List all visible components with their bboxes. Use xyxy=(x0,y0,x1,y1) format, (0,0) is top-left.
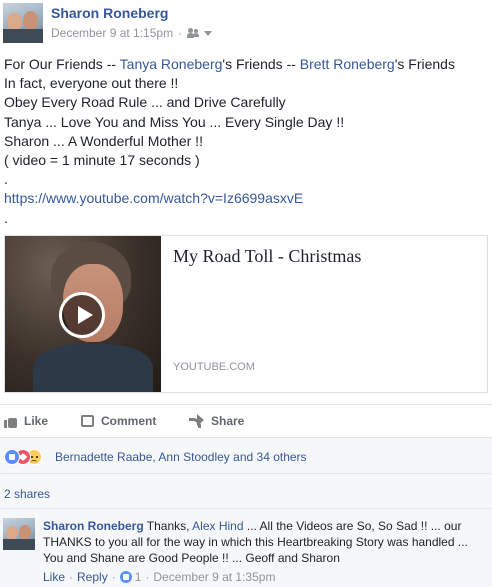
play-icon[interactable] xyxy=(59,292,105,338)
meta-separator: · xyxy=(178,26,183,40)
post-timestamp[interactable]: December 9 at 1:15pm xyxy=(51,26,173,40)
post-body: For Our Friends -- Tanya Roneberg's Frie… xyxy=(4,55,488,228)
post-header: Sharon Roneberg December 9 at 1:15pm · xyxy=(0,0,492,46)
comment-like-button[interactable]: Like xyxy=(43,570,65,584)
shares-row: 2 shares xyxy=(0,473,492,508)
like-button[interactable]: Like xyxy=(4,414,48,428)
others-link[interactable]: 34 others xyxy=(257,450,307,464)
post-meta: December 9 at 1:15pm · xyxy=(51,26,213,40)
link-preview-card[interactable]: My Road Toll - Christmas YOUTUBE.COM xyxy=(4,235,488,393)
mention-link[interactable]: Brett Roneberg xyxy=(300,56,395,72)
like-icon xyxy=(4,449,20,465)
reactions-row: Bernadette Raabe, Ann Stoodley and 34 ot… xyxy=(0,437,492,473)
post-line: For Our Friends -- Tanya Roneberg's Frie… xyxy=(4,56,455,72)
friends-icon[interactable] xyxy=(187,28,201,38)
comment-icon xyxy=(81,415,94,427)
author-avatar[interactable] xyxy=(3,3,43,43)
post-actions-bar: Like Comment Share xyxy=(0,404,492,436)
post-line: . xyxy=(4,209,8,226)
post-line: . xyxy=(4,171,8,188)
comment-body: Sharon Roneberg Thanks, Alex Hind ... Al… xyxy=(43,519,468,566)
post-line: https://www.youtube.com/watch?v=Iz6699as… xyxy=(4,189,488,208)
comment-author-link[interactable]: Sharon Roneberg xyxy=(43,519,144,533)
comment-like-count[interactable]: 1 xyxy=(135,570,142,584)
comments-section: Sharon Roneberg Thanks, Alex Hind ... Al… xyxy=(0,508,492,587)
post-line: Sharon ... A Wonderful Mother !! xyxy=(4,132,203,149)
post-line: Tanya ... Love You and Miss You ... Ever… xyxy=(4,113,345,130)
shares-link[interactable]: 2 shares xyxy=(4,487,50,501)
reactor-link[interactable]: Bernadette Raabe xyxy=(55,450,152,464)
share-button[interactable]: Share xyxy=(189,414,244,428)
comment-meta: Like · Reply · 1 · December 9 at 1:35pm xyxy=(43,570,276,584)
thumbs-up-icon xyxy=(4,415,18,428)
link-domain: YOUTUBE.COM xyxy=(173,361,255,373)
post-line: Obey Every Road Rule ... and Drive Caref… xyxy=(4,94,286,111)
post-author-link[interactable]: Sharon Roneberg xyxy=(51,5,168,21)
reaction-icons[interactable] xyxy=(4,449,54,465)
comment-button[interactable]: Comment xyxy=(81,414,156,428)
comment-timestamp[interactable]: December 9 at 1:35pm xyxy=(153,570,275,584)
youtube-url-link[interactable]: https://www.youtube.com/watch?v=Iz6699as… xyxy=(4,190,303,206)
mention-link[interactable]: Tanya Roneberg xyxy=(120,56,223,72)
reactor-link[interactable]: Ann Stoodley xyxy=(158,450,229,464)
comment-reply-button[interactable]: Reply xyxy=(77,570,108,584)
like-icon xyxy=(119,571,132,583)
share-icon xyxy=(189,414,204,428)
mention-link[interactable]: Alex Hind xyxy=(192,519,243,533)
chevron-down-icon[interactable] xyxy=(204,30,213,36)
reaction-names: Bernadette Raabe, Ann Stoodley and 34 ot… xyxy=(55,450,307,464)
link-title[interactable]: My Road Toll - Christmas xyxy=(173,246,361,267)
post-line: ( video = 1 minute 17 seconds ) xyxy=(4,152,200,169)
post-line: In fact, everyone out there !! xyxy=(4,75,179,92)
video-thumbnail[interactable] xyxy=(5,236,161,392)
commenter-avatar[interactable] xyxy=(3,518,35,550)
